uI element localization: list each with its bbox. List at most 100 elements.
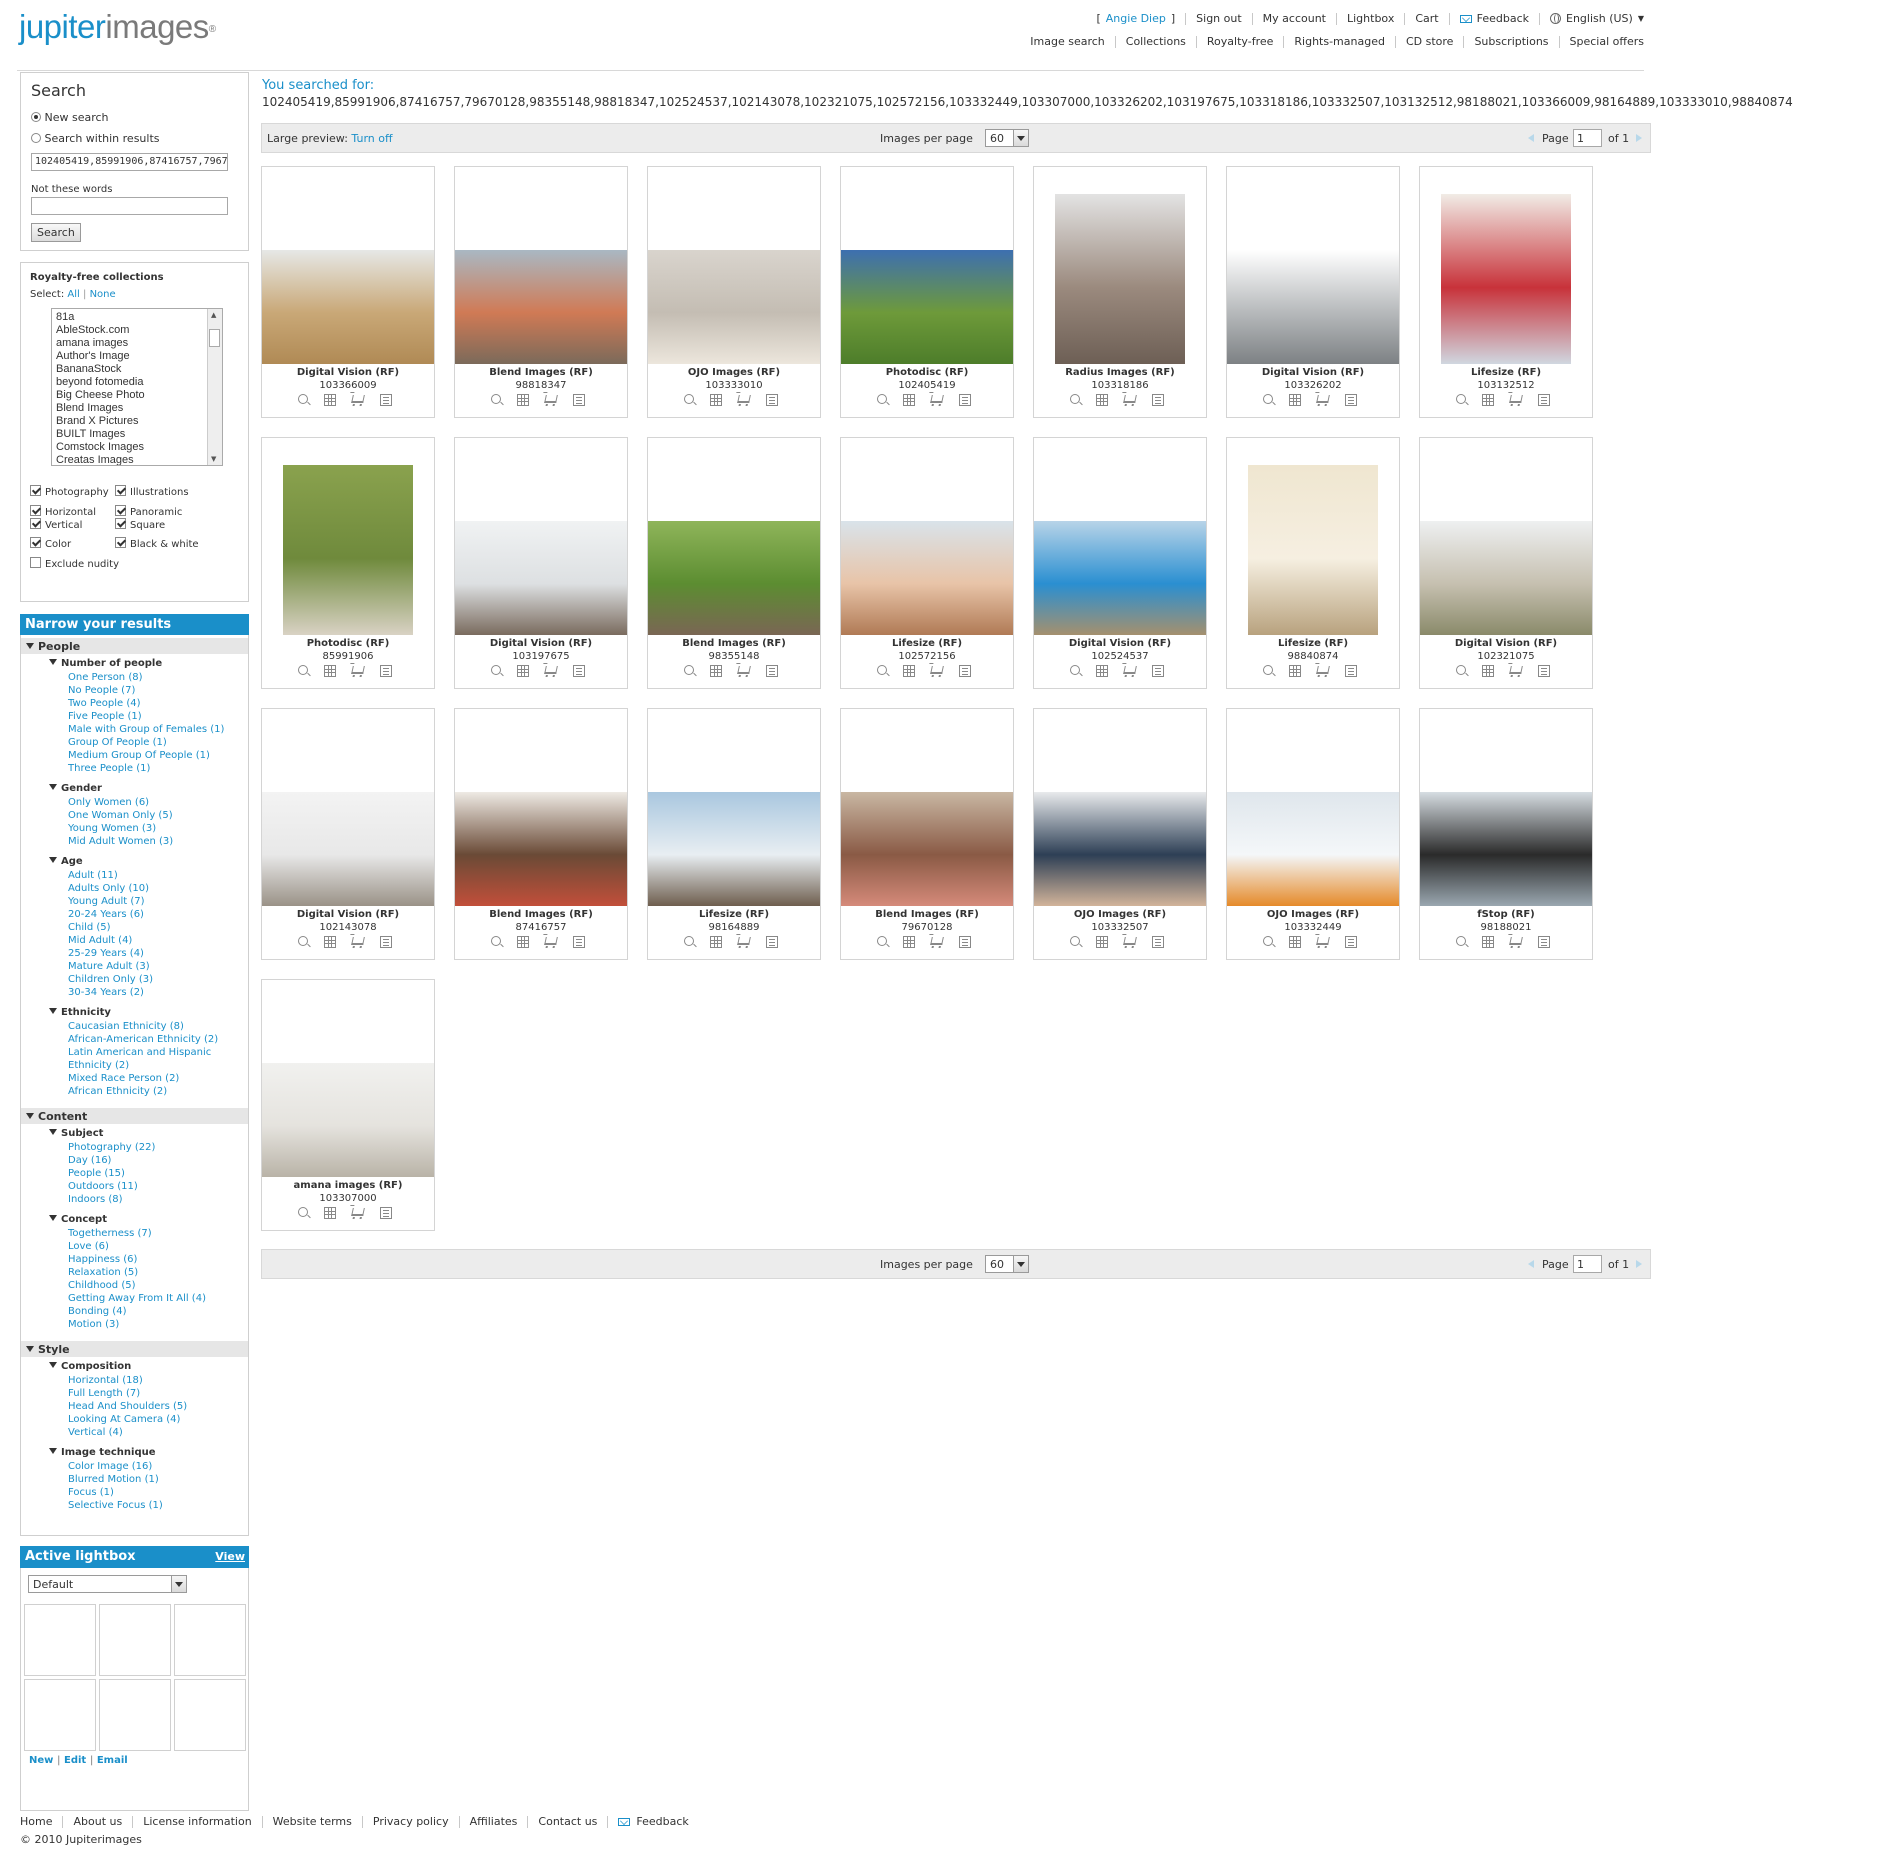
- facet-item-link[interactable]: Selective Focus (1): [68, 1499, 163, 1512]
- facet-item-link[interactable]: Young Women (3): [68, 822, 156, 835]
- lightbox-link[interactable]: Lightbox: [1347, 12, 1394, 25]
- image-thumbnail-women-lounging-sun[interactable]: [841, 521, 1013, 635]
- image-result-card[interactable]: Blend Images (RF) 98355148: [647, 437, 821, 689]
- details-icon[interactable]: [1538, 936, 1550, 948]
- jupiterimages-logo[interactable]: jupiterimages®: [19, 8, 216, 46]
- image-thumbnail-climber-on-rock-peak[interactable]: [1055, 194, 1185, 364]
- image-result-card[interactable]: Blend Images (RF) 87416757: [454, 708, 628, 960]
- zoom-icon[interactable]: [1070, 394, 1080, 404]
- checkbox-checked-icon[interactable]: [30, 505, 41, 516]
- facet-section-header[interactable]: People: [21, 638, 248, 654]
- lightbox-add-icon[interactable]: [710, 936, 722, 948]
- image-thumbnail-businessman-smiling[interactable]: [1034, 792, 1206, 906]
- scrollbar-thumb[interactable]: [209, 329, 220, 347]
- collection-item[interactable]: BananaStock: [56, 363, 145, 376]
- lightbox-email-link[interactable]: Email: [97, 1755, 128, 1766]
- facet-item-link[interactable]: Medium Group Of People (1): [68, 749, 210, 762]
- footer-feedback-link[interactable]: Feedback: [618, 1815, 689, 1828]
- footer-contact-link[interactable]: Contact us: [538, 1815, 597, 1828]
- image-thumbnail-hands-holding-book-field[interactable]: [262, 250, 434, 364]
- lightbox-add-icon[interactable]: [1289, 936, 1301, 948]
- details-icon[interactable]: [766, 665, 778, 677]
- image-thumbnail-family-hugging[interactable]: [841, 792, 1013, 906]
- zoom-icon[interactable]: [298, 936, 308, 946]
- cart-icon[interactable]: [544, 666, 558, 674]
- lightbox-select[interactable]: Default: [28, 1575, 187, 1593]
- lightbox-add-icon[interactable]: [903, 936, 915, 948]
- details-icon[interactable]: [1152, 665, 1164, 677]
- facet-item-link[interactable]: African-American Ethnicity (2): [68, 1033, 218, 1046]
- facet-item-link[interactable]: Vertical (4): [68, 1426, 123, 1439]
- facet-item-link[interactable]: Day (16): [68, 1154, 111, 1167]
- cart-icon[interactable]: [1316, 666, 1330, 674]
- details-icon[interactable]: [1152, 394, 1164, 406]
- collection-item[interactable]: Comstock Images: [56, 441, 145, 454]
- facet-item-link[interactable]: 30-34 Years (2): [68, 986, 144, 999]
- facet-item-link[interactable]: 20-24 Years (6): [68, 908, 144, 921]
- zoom-icon[interactable]: [877, 665, 887, 675]
- zoom-icon[interactable]: [1456, 665, 1466, 675]
- facet-item-link[interactable]: 25-29 Years (4): [68, 947, 144, 960]
- collection-item[interactable]: beyond fotomedia: [56, 376, 145, 389]
- lightbox-slot[interactable]: [174, 1679, 246, 1751]
- cart-icon[interactable]: [737, 937, 751, 945]
- lightbox-slot[interactable]: [99, 1679, 171, 1751]
- facet-section-header[interactable]: Style: [21, 1341, 248, 1357]
- image-result-card[interactable]: Digital Vision (RF) 102321075: [1419, 437, 1593, 689]
- facet-item-link[interactable]: Mid Adult (4): [68, 934, 132, 947]
- details-icon[interactable]: [380, 1207, 392, 1219]
- cart-link[interactable]: Cart: [1415, 12, 1438, 25]
- lightbox-add-icon[interactable]: [903, 394, 915, 406]
- facet-group-header[interactable]: Ethnicity: [49, 1007, 111, 1018]
- image-thumbnail-ballet-dancers-leaping[interactable]: [1420, 792, 1592, 906]
- language-selector[interactable]: English (US) ▼: [1550, 12, 1644, 25]
- radio-selected-icon[interactable]: [31, 112, 41, 122]
- lightbox-add-icon[interactable]: [1482, 394, 1494, 406]
- facet-item-link[interactable]: Relaxation (5): [68, 1266, 138, 1279]
- lightbox-add-icon[interactable]: [324, 936, 336, 948]
- checkbox-unchecked-icon[interactable]: [30, 557, 41, 568]
- facet-item-link[interactable]: Childhood (5): [68, 1279, 136, 1292]
- lightbox-add-icon[interactable]: [710, 665, 722, 677]
- cart-icon[interactable]: [1509, 395, 1523, 403]
- collection-item[interactable]: BUILT Images: [56, 428, 145, 441]
- facet-item-link[interactable]: Horizontal (18): [68, 1374, 143, 1387]
- filter-checkbox-row[interactable]: Photography: [30, 485, 109, 498]
- facet-item-link[interactable]: People (15): [68, 1167, 125, 1180]
- lightbox-add-icon[interactable]: [1289, 394, 1301, 406]
- lightbox-add-icon[interactable]: [517, 394, 529, 406]
- cart-icon[interactable]: [1123, 666, 1137, 674]
- image-result-card[interactable]: Digital Vision (RF) 102143078: [261, 708, 435, 960]
- radio-unselected-icon[interactable]: [31, 133, 41, 143]
- facet-item-link[interactable]: Love (6): [68, 1240, 109, 1253]
- cart-icon[interactable]: [1316, 937, 1330, 945]
- zoom-icon[interactable]: [1456, 936, 1466, 946]
- cart-icon[interactable]: [1509, 937, 1523, 945]
- image-thumbnail-woman-running-dunes[interactable]: [1420, 521, 1592, 635]
- sign-out-link[interactable]: Sign out: [1196, 12, 1242, 25]
- details-icon[interactable]: [380, 665, 392, 677]
- collection-item[interactable]: amana images: [56, 337, 145, 350]
- collection-item[interactable]: Creatas Images: [56, 454, 145, 465]
- facet-item-link[interactable]: Five People (1): [68, 710, 142, 723]
- image-thumbnail-boy-reading-grass[interactable]: [648, 521, 820, 635]
- facet-item-link[interactable]: No People (7): [68, 684, 135, 697]
- cart-icon[interactable]: [1123, 395, 1137, 403]
- details-icon[interactable]: [766, 394, 778, 406]
- next-page-icon[interactable]: [1636, 1260, 1642, 1268]
- filter-checkbox-row[interactable]: Color: [30, 537, 71, 550]
- image-result-card[interactable]: Blend Images (RF) 79670128: [840, 708, 1014, 960]
- image-result-card[interactable]: OJO Images (RF) 103332507: [1033, 708, 1207, 960]
- image-thumbnail-dog-in-grass[interactable]: [841, 250, 1013, 364]
- lightbox-add-icon[interactable]: [1482, 936, 1494, 948]
- filter-checkbox-row[interactable]: Vertical: [30, 518, 82, 531]
- zoom-icon[interactable]: [298, 665, 308, 675]
- zoom-icon[interactable]: [298, 1207, 308, 1217]
- lightbox-add-icon[interactable]: [710, 394, 722, 406]
- per-page-select[interactable]: 60: [985, 129, 1029, 147]
- facet-group-header[interactable]: Number of people: [49, 658, 162, 669]
- facet-item-link[interactable]: Young Adult (7): [68, 895, 145, 908]
- facet-item-link[interactable]: Mixed Race Person (2): [68, 1072, 179, 1085]
- facet-item-link[interactable]: Two People (4): [68, 697, 141, 710]
- image-thumbnail-armchair-green-wall[interactable]: [283, 465, 413, 635]
